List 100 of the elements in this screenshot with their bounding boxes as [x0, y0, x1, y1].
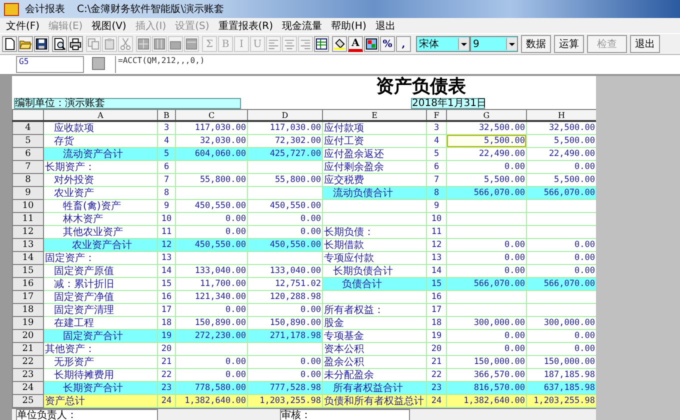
table-cell[interactable]: 9: [158, 200, 176, 212]
cell-reference-field[interactable]: G5: [16, 56, 84, 73]
table-cell[interactable]: 1,203,255.98: [248, 394, 322, 408]
font-dropdown[interactable]: 宋体: [416, 36, 470, 52]
table-cell[interactable]: 271,178.98: [248, 330, 322, 342]
table-cell[interactable]: 566,070.00: [446, 278, 526, 290]
table-cell[interactable]: 120,288.98: [248, 290, 322, 304]
table-cell[interactable]: 农业资产合计: [44, 238, 158, 252]
menu-item[interactable]: 退出: [375, 18, 396, 32]
table-cell[interactable]: 637,185.98: [526, 382, 596, 394]
table-cell[interactable]: 272,230.00: [176, 330, 248, 342]
table-cell[interactable]: 117,030.00: [176, 121, 248, 134]
table-cell[interactable]: 21: [426, 356, 446, 368]
table-cell[interactable]: 425,727.00: [248, 148, 322, 160]
table-cell[interactable]: 0.00: [248, 212, 322, 226]
row-header[interactable]: 17: [12, 290, 44, 304]
table-cell[interactable]: 固定资产：: [44, 252, 158, 264]
formula-field[interactable]: =ACCT(QM,212,,,0,): [115, 56, 680, 73]
column-header[interactable]: B: [158, 110, 176, 121]
row-header[interactable]: 9: [12, 186, 44, 200]
table-cell[interactable]: 0.00: [446, 252, 526, 264]
table-cell[interactable]: 7: [158, 174, 176, 186]
table-cell[interactable]: 林木资产: [44, 212, 158, 226]
table-cell[interactable]: 14: [158, 264, 176, 278]
table-cell[interactable]: 566,070.00: [446, 186, 526, 200]
menu-item[interactable]: 现金流量: [282, 18, 322, 32]
column-header[interactable]: D: [248, 110, 322, 121]
column-header[interactable]: G: [446, 110, 526, 121]
print-icon[interactable]: [68, 36, 83, 52]
table-cell[interactable]: 15: [158, 278, 176, 290]
column-header[interactable]: C: [176, 110, 248, 121]
table-cell[interactable]: 0.00: [446, 342, 526, 356]
table-cell[interactable]: 450,550.00: [248, 238, 322, 252]
table-cell[interactable]: 11: [426, 226, 446, 238]
table-cell[interactable]: 所有者权益合计: [322, 382, 426, 394]
table-cell[interactable]: 121,340.00: [176, 290, 248, 304]
table-cell[interactable]: 10: [426, 212, 446, 226]
table-cell[interactable]: 资产总计: [44, 394, 158, 408]
table-cell[interactable]: 固定资产净值: [44, 290, 158, 304]
row-header[interactable]: 5: [12, 134, 44, 148]
row-header[interactable]: 4: [12, 121, 44, 134]
table-cell[interactable]: 450,550.00: [176, 238, 248, 252]
table-icon[interactable]: [314, 36, 329, 52]
table-cell[interactable]: 450,550.00: [176, 200, 248, 212]
table-cell[interactable]: 13: [426, 252, 446, 264]
row-header[interactable]: 25: [12, 394, 44, 408]
table-cell[interactable]: 0.00: [176, 356, 248, 368]
table-cell[interactable]: 117,030.00: [248, 121, 322, 134]
table-cell[interactable]: 566,070.00: [526, 186, 596, 200]
table-cell[interactable]: 0.00: [248, 304, 322, 316]
table-cell[interactable]: 12: [426, 238, 446, 252]
new-document-icon[interactable]: [2, 36, 17, 52]
table-cell[interactable]: 农业资产: [44, 186, 158, 200]
table-cell[interactable]: 0.00: [446, 330, 526, 342]
table-cell[interactable]: 负债和所有者权益总计: [322, 394, 426, 408]
table-cell[interactable]: 20: [158, 342, 176, 356]
table-cell[interactable]: 流动资产合计: [44, 148, 158, 160]
table-cell[interactable]: 8: [158, 186, 176, 200]
menu-item[interactable]: 帮助(H): [331, 18, 366, 32]
table-cell[interactable]: 资本公积: [322, 342, 426, 356]
table-cell[interactable]: 无形资产: [44, 356, 158, 368]
table-cell[interactable]: 应付工资: [322, 134, 426, 148]
table-cell[interactable]: 13: [158, 252, 176, 264]
toolbar-button[interactable]: 数据: [521, 35, 551, 53]
row-header[interactable]: 20: [12, 330, 44, 342]
palette-icon[interactable]: [364, 36, 379, 52]
row-header[interactable]: 6: [12, 148, 44, 160]
table-cell[interactable]: 专项应付款: [322, 252, 426, 264]
table-cell[interactable]: 5,500.00: [446, 134, 526, 148]
table-cell[interactable]: 0.00: [176, 212, 248, 226]
table-cell[interactable]: 长期借款: [322, 238, 426, 252]
table-cell[interactable]: 牲畜(禽)资产: [44, 200, 158, 212]
table-cell[interactable]: 流动负债合计: [322, 186, 426, 200]
table-cell[interactable]: 应付剩余盈余: [322, 160, 426, 174]
menu-item[interactable]: 视图(V): [92, 18, 126, 32]
row-header[interactable]: 14: [12, 252, 44, 264]
row-header[interactable]: 18: [12, 304, 44, 316]
row-header[interactable]: 15: [12, 264, 44, 278]
row-header[interactable]: 24: [12, 382, 44, 394]
table-cell[interactable]: 9: [426, 200, 446, 212]
save-icon[interactable]: [34, 36, 49, 52]
table-cell[interactable]: 固定资产原值: [44, 264, 158, 278]
column-header[interactable]: H: [526, 110, 596, 121]
menu-item[interactable]: 文件(F): [6, 18, 40, 32]
column-header[interactable]: A: [44, 110, 158, 121]
row-header[interactable]: 22: [12, 356, 44, 368]
row-header[interactable]: 7: [12, 160, 44, 174]
table-cell[interactable]: 对外投资: [44, 174, 158, 186]
row-header[interactable]: 16: [12, 278, 44, 290]
table-cell[interactable]: 0.00: [176, 304, 248, 316]
toolbar-button[interactable]: 退出: [630, 35, 660, 53]
table-cell[interactable]: 18: [426, 316, 446, 330]
table-cell[interactable]: 0.00: [446, 160, 526, 174]
table-cell[interactable]: 3: [158, 121, 176, 134]
table-cell[interactable]: 6: [426, 160, 446, 174]
table-cell[interactable]: 20: [426, 342, 446, 356]
table-cell[interactable]: 22,490.00: [446, 148, 526, 160]
table-cell[interactable]: 专项基金: [322, 330, 426, 342]
table-cell[interactable]: 10: [158, 212, 176, 226]
font-size-dropdown[interactable]: 9: [470, 36, 518, 52]
